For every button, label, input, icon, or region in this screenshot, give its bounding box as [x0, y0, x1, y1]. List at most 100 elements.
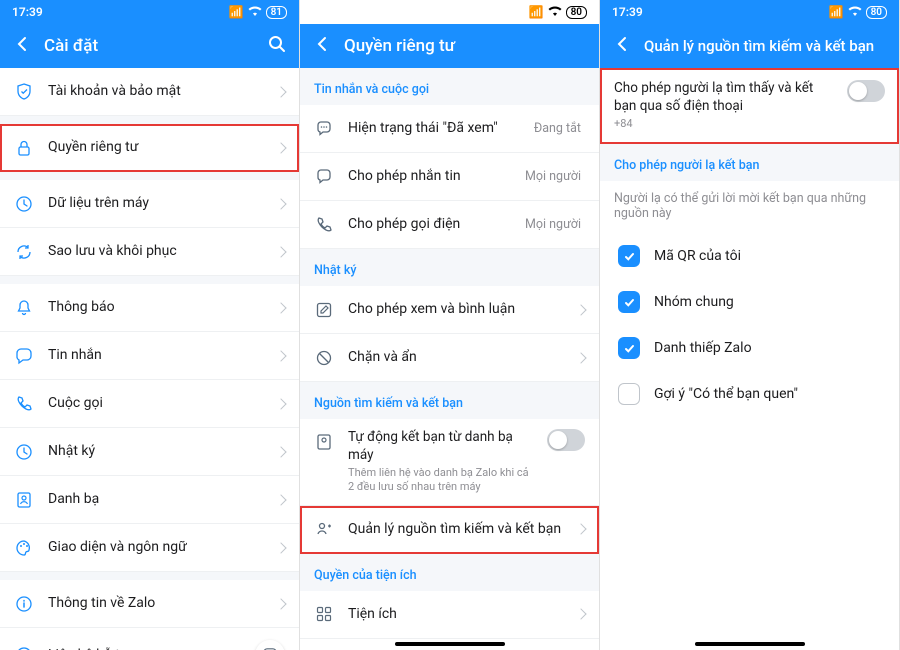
section-header-utilities: Quyền của tiện ích — [300, 554, 599, 591]
signal-icon: 📶 — [229, 5, 244, 19]
status-right: 📶 80 — [829, 5, 887, 19]
battery-icon: 81 — [266, 6, 287, 19]
toggle-find-by-phone[interactable] — [847, 80, 885, 102]
home-indicator — [695, 642, 805, 646]
chevron-right-icon — [275, 494, 286, 505]
settings-row-notifications[interactable]: Thông báo — [0, 284, 299, 332]
page-title: Quyền riêng tư — [344, 36, 587, 56]
privacy-row-view-comment[interactable]: Cho phép xem và bình luận — [300, 286, 599, 334]
home-indicator — [395, 642, 505, 646]
privacy-panel: 📶 80 Quyền riêng tư Tin nhắn và cuộc gọi… — [300, 0, 600, 650]
settings-row-support[interactable]: Liên hệ hỗ trợ — [0, 628, 299, 650]
toggle-auto-friend[interactable] — [547, 429, 585, 451]
chevron-right-icon — [275, 198, 286, 209]
section-header-timeline: Nhật ký — [300, 249, 599, 286]
privacy-row-allow-messaging[interactable]: Cho phép nhắn tin Mọi người — [300, 153, 599, 201]
chevron-right-icon — [275, 598, 286, 609]
option-suggestions[interactable]: Gợi ý "Có thể bạn quen" — [600, 371, 899, 417]
phone-icon — [14, 394, 34, 414]
section-header-messages-calls: Tin nhắn và cuộc gọi — [300, 68, 599, 105]
status-time: 17:39 — [612, 5, 643, 19]
settings-row-backup[interactable]: Sao lưu và khôi phục — [0, 228, 299, 276]
block-icon — [314, 348, 334, 368]
privacy-row-manage-sources[interactable]: Quản lý nguồn tìm kiếm và kết bạn — [300, 506, 599, 554]
privacy-row-utility[interactable]: Tiện ích — [300, 591, 599, 639]
option-qr[interactable]: Mã QR của tôi — [600, 233, 899, 279]
contacts-icon — [314, 432, 334, 452]
privacy-row-auto-friend[interactable]: Tự động kết bạn từ danh bạ máy Thêm liên… — [300, 419, 599, 506]
row-label: Sao lưu và khôi phục — [48, 242, 263, 260]
settings-row-data[interactable]: Dữ liệu trên máy — [0, 180, 299, 228]
page-title: Quản lý nguồn tìm kiếm và kết bạn — [644, 37, 887, 55]
chevron-right-icon — [575, 609, 586, 620]
checkbox-icon — [618, 383, 640, 405]
signal-icon: 📶 — [829, 5, 844, 19]
section-subtext: Người lạ có thể gửi lời mời kết bạn qua … — [600, 181, 899, 233]
lock-icon — [14, 138, 34, 158]
row-value: Mọi người — [525, 217, 581, 232]
row-label: Cho phép gọi điện — [348, 215, 511, 233]
status-bar: 17:39 📶 81 — [0, 0, 299, 24]
row-value: Mọi người — [525, 169, 581, 184]
checkbox-icon — [618, 245, 640, 267]
chevron-right-icon — [575, 524, 586, 535]
settings-row-account[interactable]: Tài khoản và bảo mật — [0, 68, 299, 116]
row-label: Tài khoản và bảo mật — [48, 82, 263, 100]
back-icon[interactable] — [612, 34, 632, 58]
status-bar: 17:39 📶 80 — [600, 0, 899, 24]
clock-icon — [14, 442, 34, 462]
shield-icon — [14, 82, 34, 102]
signal-icon: 📶 — [529, 5, 544, 19]
row-label: Cho phép xem và bình luận — [348, 300, 563, 318]
row-sub: +84 — [614, 117, 833, 131]
friend-sources-panel: 17:39 📶 80 Quản lý nguồn tìm kiếm và kết… — [600, 0, 900, 650]
clock-icon — [14, 194, 34, 214]
checkbox-icon — [618, 291, 640, 313]
chevron-right-icon — [275, 398, 286, 409]
header: Cài đặt — [0, 24, 299, 68]
status-right: 📶 80 — [529, 5, 587, 19]
settings-row-messages[interactable]: Tin nhắn — [0, 332, 299, 380]
chevron-right-icon — [275, 246, 286, 257]
chat-icon — [314, 167, 334, 187]
contacts-icon — [14, 490, 34, 510]
battery-icon: 80 — [866, 6, 887, 19]
wifi-icon — [548, 5, 562, 19]
settings-row-about[interactable]: Thông tin về Zalo — [0, 580, 299, 628]
allow-find-by-phone-row[interactable]: Cho phép người lạ tìm thấy và kết bạn qu… — [600, 68, 899, 144]
row-label: Nhật ký — [48, 442, 263, 460]
settings-row-calls[interactable]: Cuộc gọi — [0, 380, 299, 428]
privacy-row-block-hide[interactable]: Chặn và ẩn — [300, 334, 599, 382]
row-label: Chặn và ẩn — [348, 348, 563, 366]
row-label: Liên hệ hỗ trợ — [48, 646, 241, 650]
option-label: Mã QR của tôi — [654, 247, 881, 265]
option-label: Nhóm chung — [654, 293, 881, 311]
phone-icon — [314, 215, 334, 235]
row-label: Quản lý nguồn tìm kiếm và kết bạn — [348, 520, 563, 538]
option-label: Gợi ý "Có thể bạn quen" — [654, 385, 881, 403]
row-label: Thông tin về Zalo — [48, 594, 263, 612]
grid-icon — [314, 604, 334, 624]
option-namecard[interactable]: Danh thiếp Zalo — [600, 325, 899, 371]
back-icon[interactable] — [312, 34, 332, 58]
header: Quản lý nguồn tìm kiếm và kết bạn — [600, 24, 899, 68]
row-value: Đang tắt — [534, 121, 581, 136]
settings-row-contacts[interactable]: Danh bạ — [0, 476, 299, 524]
privacy-row-allow-calling[interactable]: Cho phép gọi điện Mọi người — [300, 201, 599, 249]
privacy-row-seen-status[interactable]: Hiện trạng thái "Đã xem" Đang tắt — [300, 105, 599, 153]
row-label: Giao diện và ngôn ngữ — [48, 538, 263, 556]
status-time: 17:39 — [12, 5, 43, 19]
palette-icon — [14, 538, 34, 558]
sync-icon — [14, 242, 34, 262]
chat-support-icon[interactable] — [255, 640, 285, 650]
status-right: 📶 81 — [229, 5, 287, 19]
settings-row-ui-language[interactable]: Giao diện và ngôn ngữ — [0, 524, 299, 572]
search-icon[interactable] — [267, 34, 287, 58]
option-groups[interactable]: Nhóm chung — [600, 279, 899, 325]
chevron-right-icon — [575, 304, 586, 315]
back-icon[interactable] — [12, 34, 32, 58]
settings-row-timeline[interactable]: Nhật ký — [0, 428, 299, 476]
header: Quyền riêng tư — [300, 24, 599, 68]
add-user-icon — [314, 519, 334, 539]
settings-row-privacy[interactable]: Quyền riêng tư — [0, 124, 299, 172]
